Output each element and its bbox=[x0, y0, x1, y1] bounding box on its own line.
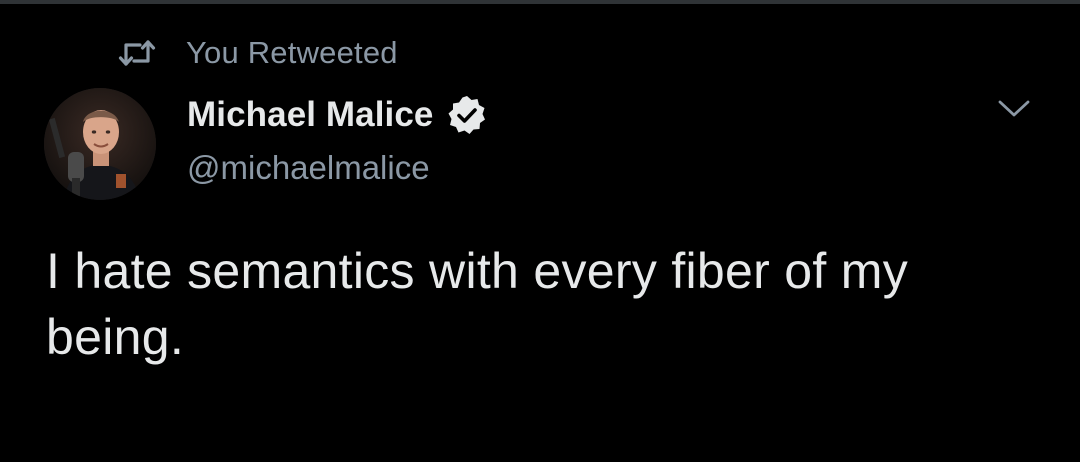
profile-photo bbox=[44, 88, 156, 200]
retweet-context[interactable]: You Retweeted bbox=[118, 34, 398, 72]
chevron-down-icon bbox=[997, 99, 1031, 124]
verified-badge-icon bbox=[446, 94, 488, 136]
more-options-button[interactable] bbox=[996, 96, 1032, 126]
retweet-label: You Retweeted bbox=[186, 35, 398, 70]
display-name[interactable]: Michael Malice bbox=[187, 92, 434, 138]
retweet-icon bbox=[118, 38, 156, 68]
name-row: Michael Malice bbox=[187, 92, 488, 138]
avatar[interactable] bbox=[44, 88, 156, 200]
tweet-text: I hate semantics with every fiber of my … bbox=[46, 243, 909, 365]
top-divider bbox=[0, 0, 1080, 4]
user-handle[interactable]: @michaelmalice bbox=[187, 146, 488, 190]
author-block: Michael Malice @michaelmalice bbox=[187, 92, 488, 190]
